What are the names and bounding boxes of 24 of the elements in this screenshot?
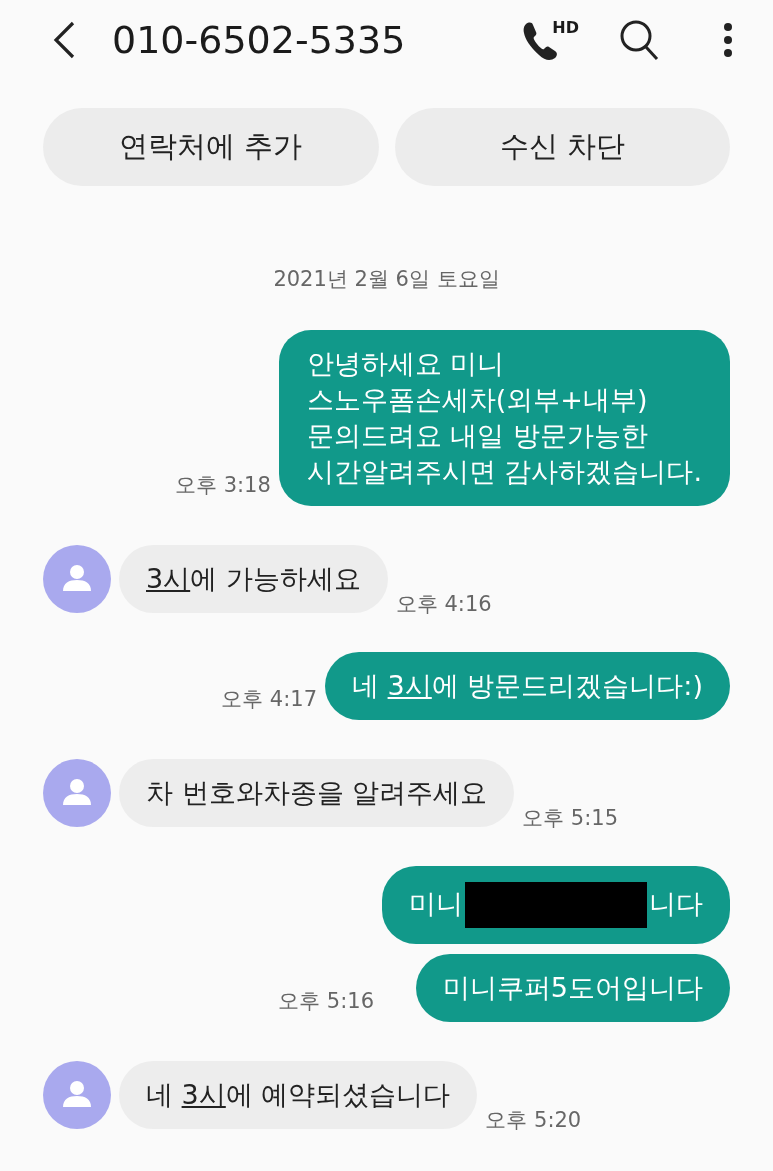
contact-number: 010-6502-5335	[112, 16, 407, 64]
message-bubble: 미니쿠퍼5도어입니다	[415, 953, 730, 1022]
message-bubble: 3시에 가능하세요	[119, 544, 388, 613]
time-link[interactable]: 3시	[146, 562, 191, 594]
message-bubble: 안녕하세요 미니 스노우폼손세차(외부+내부) 문의드려요 내일 방문가능한 시간알려주시면 감사하겠습니다.	[278, 329, 730, 506]
message-bubble: 차 번호와차종을 알려주세요	[119, 758, 515, 827]
message-bubble: 미니 니다	[382, 865, 730, 944]
more-options-icon[interactable]	[723, 22, 733, 58]
timestamp: 오후 5:20	[485, 1107, 582, 1134]
message-bubble: 네 3시에 예약되셨습니다	[119, 1060, 478, 1129]
time-link[interactable]: 3시	[387, 669, 432, 701]
timestamp: 오후 5:15	[522, 805, 618, 832]
hd-call-button[interactable]: HD	[520, 20, 579, 60]
time-link[interactable]: 3시	[181, 1078, 226, 1110]
add-contact-button[interactable]: 연락처에 추가	[43, 108, 379, 186]
timestamp: 오후 3:18	[175, 472, 271, 499]
timestamp: 오후 4:17	[221, 686, 317, 713]
date-label: 2021년 2월 6일 토요일	[272, 266, 501, 293]
timestamp: 오후 4:16	[395, 591, 492, 618]
block-button[interactable]: 수신 차단	[394, 108, 730, 186]
message-bubble: 네 3시에 방문드리겠습니다:)	[325, 651, 730, 720]
back-icon[interactable]	[52, 21, 76, 59]
timestamp: 오후 5:16	[278, 988, 374, 1015]
search-icon[interactable]	[619, 19, 659, 61]
